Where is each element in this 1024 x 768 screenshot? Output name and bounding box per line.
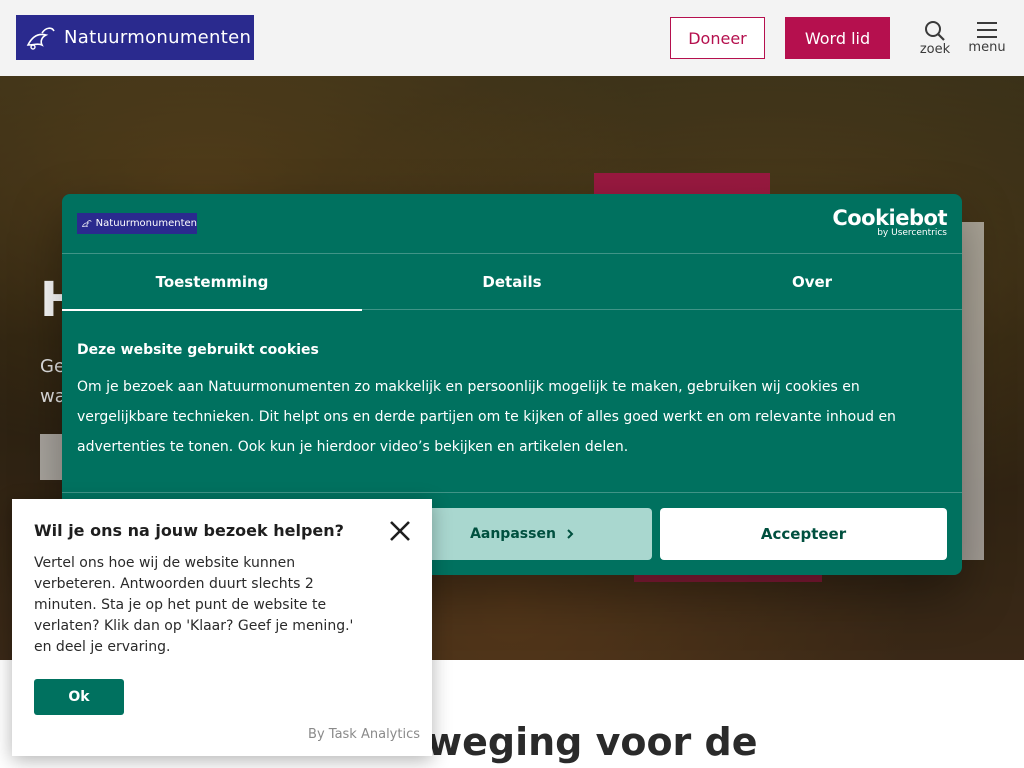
survey-provider-link[interactable]: By Task Analytics [308, 727, 420, 742]
bird-logo-icon [81, 219, 92, 227]
search-label: zoek [919, 42, 951, 57]
cookie-logo-text: Natuurmonumenten [95, 218, 197, 229]
cookie-body-text: Om je bezoek aan Natuurmonumenten zo mak… [77, 379, 896, 455]
survey-text: Vertel ons hoe wij de website kunnen ver… [34, 555, 354, 655]
menu-label: menu [968, 40, 1006, 55]
survey-ok-button[interactable]: Ok [34, 679, 124, 715]
tab-details[interactable]: Details [362, 254, 662, 310]
cookie-dialog-header: Natuurmonumenten Cookiebot by Usercentri… [62, 194, 962, 254]
close-icon [390, 521, 410, 541]
cookiebot-logo-text: Cookiebot [832, 206, 947, 230]
survey-close-button[interactable] [388, 519, 412, 543]
logo-text: Natuurmonumenten [64, 27, 252, 48]
cookie-tabs: Toestemming Details Over [62, 254, 962, 311]
site-logo[interactable]: Natuurmonumenten [16, 15, 254, 60]
hamburger-icon [977, 22, 997, 38]
doneer-button[interactable]: Doneer [670, 17, 765, 59]
menu-button[interactable]: menu [966, 20, 1008, 55]
cookie-footer-divider [62, 492, 962, 493]
chevron-right-icon [567, 529, 574, 539]
cookie-site-logo: Natuurmonumenten [77, 213, 197, 234]
aanpassen-label: Aanpassen [470, 526, 556, 542]
cookie-dialog-body: Deze website gebruikt cookies Om je bezo… [77, 342, 937, 462]
bird-logo-icon [26, 26, 55, 50]
accepteer-button[interactable]: Accepteer [660, 508, 947, 560]
word-lid-button[interactable]: Word lid [785, 17, 890, 59]
cookiebot-brand[interactable]: Cookiebot by Usercentrics [832, 208, 947, 239]
survey-title: Wil je ons na jouw bezoek helpen? [34, 521, 344, 540]
tab-over[interactable]: Over [662, 254, 962, 310]
search-icon [925, 21, 945, 41]
search-button[interactable]: zoek [916, 20, 954, 57]
tab-toestemming[interactable]: Toestemming [62, 254, 362, 311]
survey-popup: Wil je ons na jouw bezoek helpen? Vertel… [12, 499, 432, 756]
site-header: Natuurmonumenten Doneer Word lid zoek me… [0, 0, 1024, 76]
cookie-body-title: Deze website gebruikt cookies [77, 342, 319, 358]
